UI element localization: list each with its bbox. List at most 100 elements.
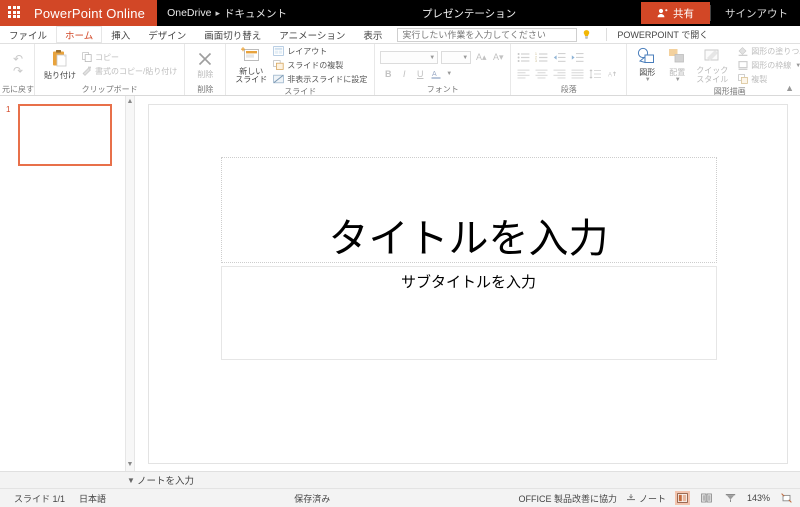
normal-view-icon	[677, 493, 688, 503]
title-placeholder-text: タイトルを入力	[328, 217, 609, 261]
breadcrumb-root[interactable]: OneDrive	[167, 7, 211, 19]
signout-link[interactable]: サインアウト	[725, 6, 788, 21]
language-indicator[interactable]: 日本語	[79, 492, 106, 505]
decrease-indent-icon[interactable]	[552, 51, 567, 64]
slideshow-view-icon	[725, 494, 736, 502]
tab-transitions[interactable]: 画面切り替え	[195, 26, 270, 43]
brand-zone: PowerPoint Online	[0, 0, 158, 26]
chevron-down-icon[interactable]: ▼	[446, 71, 452, 77]
format-painter-button[interactable]: 書式のコピー/貼り付け	[80, 65, 179, 78]
collapse-ribbon-button[interactable]: ▲	[785, 83, 794, 93]
tab-home[interactable]: ホーム	[56, 26, 103, 43]
paste-button[interactable]: 貼り付け	[40, 49, 80, 81]
shrink-font-icon[interactable]: A▾	[491, 51, 505, 64]
increase-indent-icon[interactable]	[570, 51, 585, 64]
shapes-button[interactable]: 図形 ▼	[632, 47, 662, 83]
align-left-icon[interactable]	[516, 67, 531, 80]
slide-thumbnail-1[interactable]	[18, 104, 112, 166]
hide-slide-button[interactable]: 非表示スライドに設定	[271, 73, 369, 86]
save-state: 保存済み	[294, 493, 331, 504]
redo-button[interactable]: ↷	[13, 65, 23, 77]
quick-styles-button[interactable]: クイック スタイル	[692, 47, 732, 84]
svg-text:3: 3	[535, 59, 537, 63]
status-center: 保存済み	[106, 492, 518, 505]
ribbon-group-label-clipboard: クリップボード	[81, 85, 138, 94]
quick-styles-label-2: スタイル	[696, 74, 729, 84]
text-direction-icon[interactable]: A	[606, 67, 621, 80]
fit-slide-button[interactable]	[779, 491, 794, 505]
app-launcher-icon[interactable]	[8, 6, 22, 20]
thumbnail-row: 1	[0, 104, 125, 166]
person-share-icon	[657, 8, 668, 18]
fit-slide-icon	[781, 493, 792, 503]
ribbon-group-label-font: フォント	[426, 85, 459, 94]
ribbon-group-paragraph: 1 2 3 A 段落	[511, 44, 628, 95]
tab-design[interactable]: デザイン	[139, 26, 195, 43]
reading-view-button[interactable]	[699, 491, 714, 505]
undo-button[interactable]: ↶	[13, 53, 23, 65]
new-slide-icon	[241, 46, 261, 66]
chevron-down-icon: ▼	[644, 77, 651, 84]
format-painter-label: 書式のコピー/貼り付け	[95, 67, 178, 76]
reading-view-icon	[701, 493, 712, 503]
duplicate-slide-button[interactable]: スライドの複製	[271, 59, 369, 72]
tell-me-input[interactable]: 実行したい作業を入力してください	[397, 27, 578, 42]
line-spacing-icon[interactable]	[588, 67, 603, 80]
arrange-button[interactable]: 配置 ▼	[662, 47, 692, 83]
subtitle-placeholder[interactable]: サブタイトルを入力	[220, 266, 717, 360]
slideshow-view-button[interactable]	[723, 491, 738, 505]
font-name-combobox[interactable]: ▼	[380, 51, 439, 64]
italic-icon[interactable]: I	[397, 67, 411, 80]
shape-fill-icon	[738, 46, 748, 58]
ribbon-group-drawing: 図形 ▼ 配置 ▼ クイック スタイル 図形の塗りつ 図形の枠線 ▼ 複製 図形…	[627, 44, 800, 96]
ribbon-group-clipboard: 貼り付け コピー 書式のコピー/貼り付け クリップボード	[35, 44, 186, 95]
pane-splitter[interactable]: ▲ ▼	[126, 96, 135, 471]
tab-view[interactable]: 表示	[354, 26, 391, 43]
font-color-icon[interactable]: A	[429, 67, 443, 80]
delete-label: 削除	[197, 70, 214, 79]
splitter-collapse-up-icon[interactable]: ▲	[127, 98, 134, 106]
zoom-level[interactable]: 143%	[747, 493, 770, 503]
duplicate-slide-label: スライドの複製	[287, 61, 344, 70]
justify-icon[interactable]	[570, 67, 585, 80]
breadcrumb: OneDrive ▸ ドキュメント	[157, 0, 297, 26]
shape-fill-button[interactable]: 図形の塗りつぶし ▼	[736, 45, 800, 58]
open-in-powerpoint-link[interactable]: POWERPOINT で開く	[606, 28, 708, 41]
slide-canvas[interactable]: タイトルを入力 サブタイトルを入力	[147, 104, 788, 464]
tab-animations[interactable]: アニメーション	[270, 26, 354, 43]
breadcrumb-folder[interactable]: ドキュメント	[224, 6, 287, 21]
numbered-list-icon[interactable]: 1 2 3	[534, 51, 549, 64]
slide-editing-area: タイトルを入力 サブタイトルを入力	[135, 96, 800, 471]
share-button[interactable]: 共有	[641, 2, 710, 24]
tab-file[interactable]: ファイル	[0, 26, 56, 43]
tab-insert[interactable]: 挿入	[102, 26, 139, 43]
font-size-combobox[interactable]: ▼	[441, 51, 472, 64]
ribbon-group-label-paragraph: 段落	[560, 85, 577, 94]
bold-icon[interactable]: B	[381, 67, 395, 80]
feedback-link[interactable]: OFFICE 製品改善に協力	[518, 492, 617, 505]
title-placeholder[interactable]: タイトルを入力	[220, 157, 717, 263]
bullet-list-icon[interactable]	[516, 51, 531, 64]
delete-slide-button[interactable]: 削除	[190, 50, 220, 80]
new-slide-button[interactable]: 新しい スライド	[231, 46, 271, 84]
notes-toggle-button[interactable]: ノート	[626, 492, 666, 505]
chevron-down-icon: ▼	[795, 62, 800, 69]
notes-icon	[626, 494, 635, 501]
lightbulb-icon[interactable]	[581, 29, 592, 40]
align-right-icon[interactable]	[552, 67, 567, 80]
arrange-icon	[667, 47, 687, 67]
align-center-icon[interactable]	[534, 67, 549, 80]
shape-fill-label: 図形の塗りつぶし	[751, 47, 800, 56]
editing-view-button[interactable]	[674, 491, 690, 505]
underline-icon[interactable]: U	[413, 67, 427, 80]
notes-chevron-down-icon[interactable]: ▼	[126, 476, 136, 485]
splitter-collapse-down-icon[interactable]: ▼	[127, 461, 134, 469]
layout-button[interactable]: レイアウト	[271, 45, 369, 58]
copy-button[interactable]: コピー	[80, 51, 179, 64]
ribbon-group-delete: 削除 削除	[185, 44, 227, 95]
shape-outline-button[interactable]: 図形の枠線 ▼	[736, 59, 800, 72]
notes-input[interactable]: ノートを入力	[137, 473, 194, 487]
notes-bar: ▼ ノートを入力	[0, 471, 800, 488]
shapes-label: 図形	[639, 67, 656, 77]
grow-font-icon[interactable]: A▴	[474, 51, 488, 64]
